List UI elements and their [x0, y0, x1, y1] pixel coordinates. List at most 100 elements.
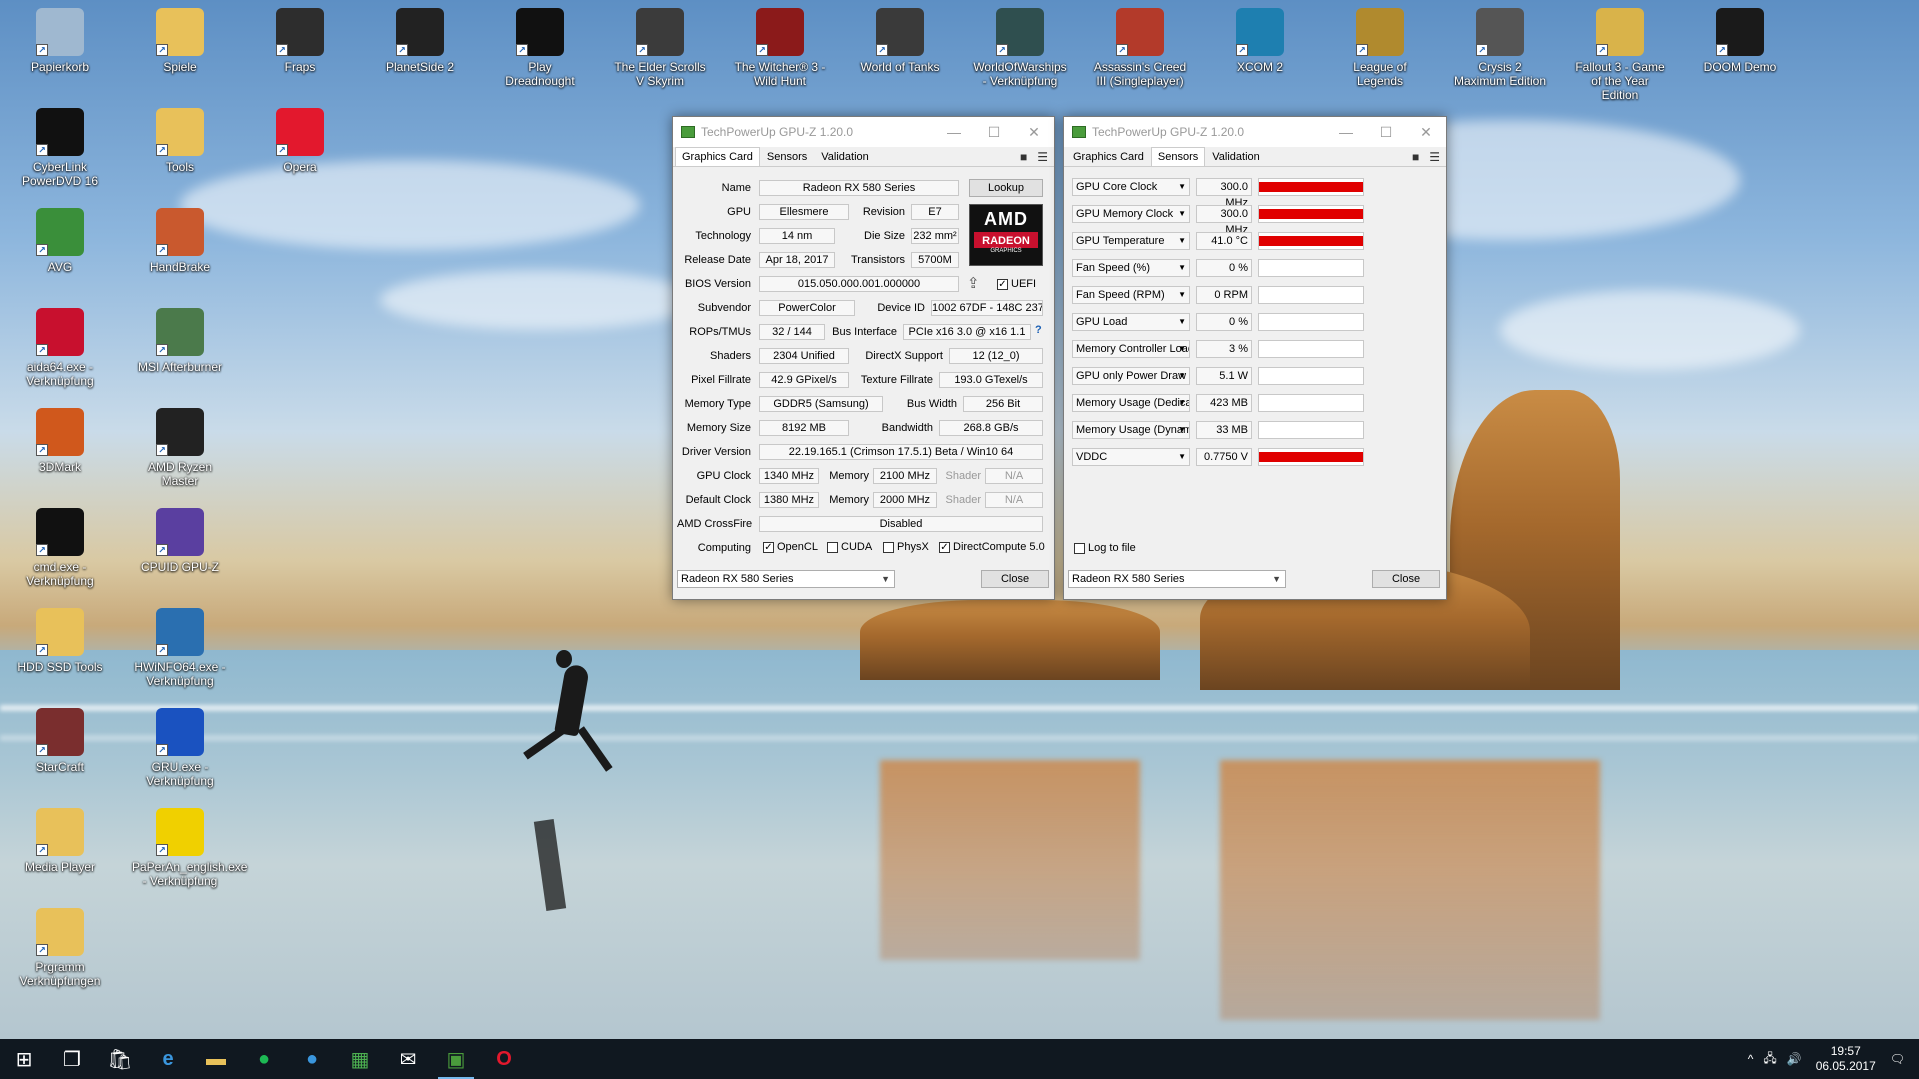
desktop-icon[interactable]: ↗ Prgramm Verknüpfungen — [12, 904, 108, 988]
desktop-icon[interactable]: ↗ Media Player — [12, 804, 108, 874]
log-to-file-checkbox[interactable]: Log to file — [1074, 542, 1136, 554]
desktop-icon[interactable]: ↗ Opera — [252, 104, 348, 174]
log-check-box[interactable] — [1074, 542, 1085, 554]
maximize-icon[interactable]: ☐ — [1366, 124, 1406, 141]
network-icon[interactable]: 🖧 — [1763, 1049, 1776, 1070]
notification-icon[interactable]: 🗨 — [1890, 1052, 1905, 1066]
desktop-icon[interactable]: ↗ StarCraft — [12, 704, 108, 774]
sensor-name-dropdown[interactable]: Memory Usage (Dedicated)▼ — [1072, 394, 1190, 412]
sensor-name-dropdown[interactable]: Memory Usage (Dynamic)▼ — [1072, 421, 1190, 439]
share-icon[interactable]: ⇪ — [967, 274, 980, 292]
opencl-check-box[interactable]: ✓ — [763, 541, 774, 553]
desktop-icon[interactable]: ↗ MSI Afterburner — [132, 304, 228, 374]
desktop-icon[interactable]: ↗ cmd.exe - Verknüpfung — [12, 504, 108, 588]
opera-icon[interactable]: O — [480, 1039, 528, 1079]
desktop-icon[interactable]: ↗ XCOM 2 — [1212, 4, 1308, 74]
close-icon[interactable]: ✕ — [1406, 124, 1446, 141]
desktop-icon[interactable]: ↗ DOOM Demo — [1692, 4, 1788, 74]
edge-icon[interactable]: e — [144, 1039, 192, 1079]
desktop-icon[interactable]: ↗ HWiNFO64.exe - Verknüpfung — [132, 604, 228, 688]
sensor-name-dropdown[interactable]: GPU Temperature ▼ — [1072, 232, 1190, 250]
bus-help-icon[interactable]: ? — [1035, 324, 1042, 336]
title-bar[interactable]: TechPowerUp GPU-Z 1.20.0 — ☐ ✕ — [1064, 117, 1446, 147]
tab-validation[interactable]: Validation — [1205, 147, 1267, 166]
spotify-icon[interactable]: ● — [240, 1039, 288, 1079]
directcompute-checkbox[interactable]: ✓ DirectCompute 5.0 — [939, 541, 1045, 553]
tab-sensors[interactable]: Sensors — [1150, 147, 1206, 166]
desktop-icon[interactable]: ↗ Assassin's Creed III (Singleplayer) — [1092, 4, 1188, 88]
close-button[interactable]: Close — [981, 570, 1049, 588]
desktop-icon[interactable]: ↗ AVG — [12, 204, 108, 274]
volume-icon[interactable]: 🔊 — [1787, 1052, 1802, 1066]
desktop-icon[interactable]: ↗ Crysis 2 Maximum Edition — [1452, 4, 1548, 88]
menu-icon[interactable]: ☰ — [1037, 150, 1048, 164]
close-icon[interactable]: ✕ — [1014, 124, 1054, 141]
desktop-icon[interactable]: ↗ PlanetSide 2 — [372, 4, 468, 74]
explorer-icon[interactable]: ▬ — [192, 1039, 240, 1079]
clock[interactable]: 19:57 06.05.2017 — [1816, 1044, 1876, 1074]
sensor-name-dropdown[interactable]: GPU Core Clock ▼ — [1072, 178, 1190, 196]
desktop-icon[interactable]: ↗ PaPerAn_english.exe - Verknüpfung — [132, 804, 247, 888]
desktop-icon[interactable]: ↗ The Witcher® 3 - Wild Hunt — [732, 4, 828, 88]
minimize-icon[interactable]: — — [1326, 124, 1366, 140]
calc-icon[interactable]: ▦ — [336, 1039, 384, 1079]
desktop-icon[interactable]: ↗ 3DMark — [12, 404, 108, 474]
physx-checkbox[interactable]: PhysX — [883, 541, 929, 553]
tab-graphics-card[interactable]: Graphics Card — [675, 147, 760, 166]
lookup-button[interactable]: Lookup — [969, 179, 1043, 197]
desktop-icon[interactable]: ↗ aida64.exe - Verknüpfung — [12, 304, 108, 388]
gpu-select-dropdown[interactable]: Radeon RX 580 Series ▼ — [1068, 570, 1286, 588]
desktop-icon[interactable]: ↗ Papierkorb — [12, 4, 108, 74]
cuda-checkbox[interactable]: CUDA — [827, 541, 872, 553]
desktop-icon[interactable]: ↗ GRU.exe - Verknüpfung — [132, 704, 228, 788]
sensor-name-dropdown[interactable]: Fan Speed (%) ▼ — [1072, 259, 1190, 277]
desktop-icon[interactable]: ↗ Spiele — [132, 4, 228, 74]
field-pixel-fillrate: 42.9 GPixel/s — [759, 372, 849, 388]
start-icon[interactable]: ⊞ — [0, 1039, 48, 1079]
sensor-name-dropdown[interactable]: GPU Load ▼ — [1072, 313, 1190, 331]
desktop-icon[interactable]: ↗ HDD SSD Tools — [12, 604, 108, 674]
close-button[interactable]: Close — [1372, 570, 1440, 588]
desktop-icon[interactable]: ↗ Tools — [132, 104, 228, 174]
desktop-icon[interactable]: ↗ CyberLink PowerDVD 16 — [12, 104, 108, 188]
gpu-select-dropdown[interactable]: Radeon RX 580 Series ▼ — [677, 570, 895, 588]
title-bar[interactable]: TechPowerUp GPU-Z 1.20.0 — ☐ ✕ — [673, 117, 1054, 147]
maximize-icon[interactable]: ☐ — [974, 124, 1014, 141]
desktop-icon[interactable]: ↗ World of Tanks — [852, 4, 948, 74]
gpuz-taskbar-icon[interactable]: ▣ — [432, 1039, 480, 1079]
tab-strip: Graphics Card Sensors Validation ■ ☰ — [673, 147, 1054, 167]
task-view-icon[interactable]: ❐ — [48, 1039, 96, 1079]
camera-icon[interactable]: ■ — [1412, 150, 1419, 164]
physx-check-box[interactable] — [883, 541, 894, 553]
tab-graphics-card[interactable]: Graphics Card — [1066, 147, 1151, 166]
desktop-icon[interactable]: ↗ League of Legends — [1332, 4, 1428, 88]
camera-icon[interactable]: ■ — [1020, 150, 1027, 164]
desktop-icon[interactable]: ↗ HandBrake — [132, 204, 228, 274]
uefi-checkbox[interactable]: ✓ UEFI — [997, 278, 1036, 290]
desktop-icon[interactable]: ↗ AMD Ryzen Master — [132, 404, 228, 488]
sensor-name-dropdown[interactable]: VDDC ▼ — [1072, 448, 1190, 466]
desktop-icon[interactable]: ↗ The Elder Scrolls V Skyrim — [612, 4, 708, 88]
tab-sensors[interactable]: Sensors — [760, 147, 814, 166]
desktop-icon[interactable]: ↗ CPUID GPU-Z — [132, 504, 228, 574]
sensor-name-dropdown[interactable]: GPU Memory Clock ▼ — [1072, 205, 1190, 223]
directcompute-check-box[interactable]: ✓ — [939, 541, 950, 553]
tab-validation[interactable]: Validation — [814, 147, 876, 166]
cuda-check-box[interactable] — [827, 541, 838, 553]
sensor-name-dropdown[interactable]: GPU only Power Draw ▼ — [1072, 367, 1190, 385]
menu-icon[interactable]: ☰ — [1429, 150, 1440, 164]
minimize-icon[interactable]: — — [934, 124, 974, 140]
desktop-icon[interactable]: ↗ Play Dreadnought — [492, 4, 588, 88]
uefi-check-box[interactable]: ✓ — [997, 278, 1008, 290]
chevron-up-icon[interactable]: ^ — [1748, 1052, 1754, 1066]
desktop-icon[interactable]: ↗ Fallout 3 - Game of the Year Edition — [1572, 4, 1668, 102]
sensor-name-dropdown[interactable]: Memory Controller Load ▼ — [1072, 340, 1190, 358]
sensor-name-dropdown[interactable]: Fan Speed (RPM) ▼ — [1072, 286, 1190, 304]
opencl-checkbox[interactable]: ✓ OpenCL — [763, 541, 818, 553]
store-icon[interactable]: 🛍 — [96, 1039, 144, 1079]
thunderbird-icon[interactable]: ● — [288, 1039, 336, 1079]
mail-icon[interactable]: ✉ — [384, 1039, 432, 1079]
desktop-icon[interactable]: ↗ Fraps — [252, 4, 348, 74]
hwinfo-icon: ↗ — [156, 608, 204, 656]
desktop-icon[interactable]: ↗ WorldOfWarships - Verknüpfung — [972, 4, 1068, 88]
